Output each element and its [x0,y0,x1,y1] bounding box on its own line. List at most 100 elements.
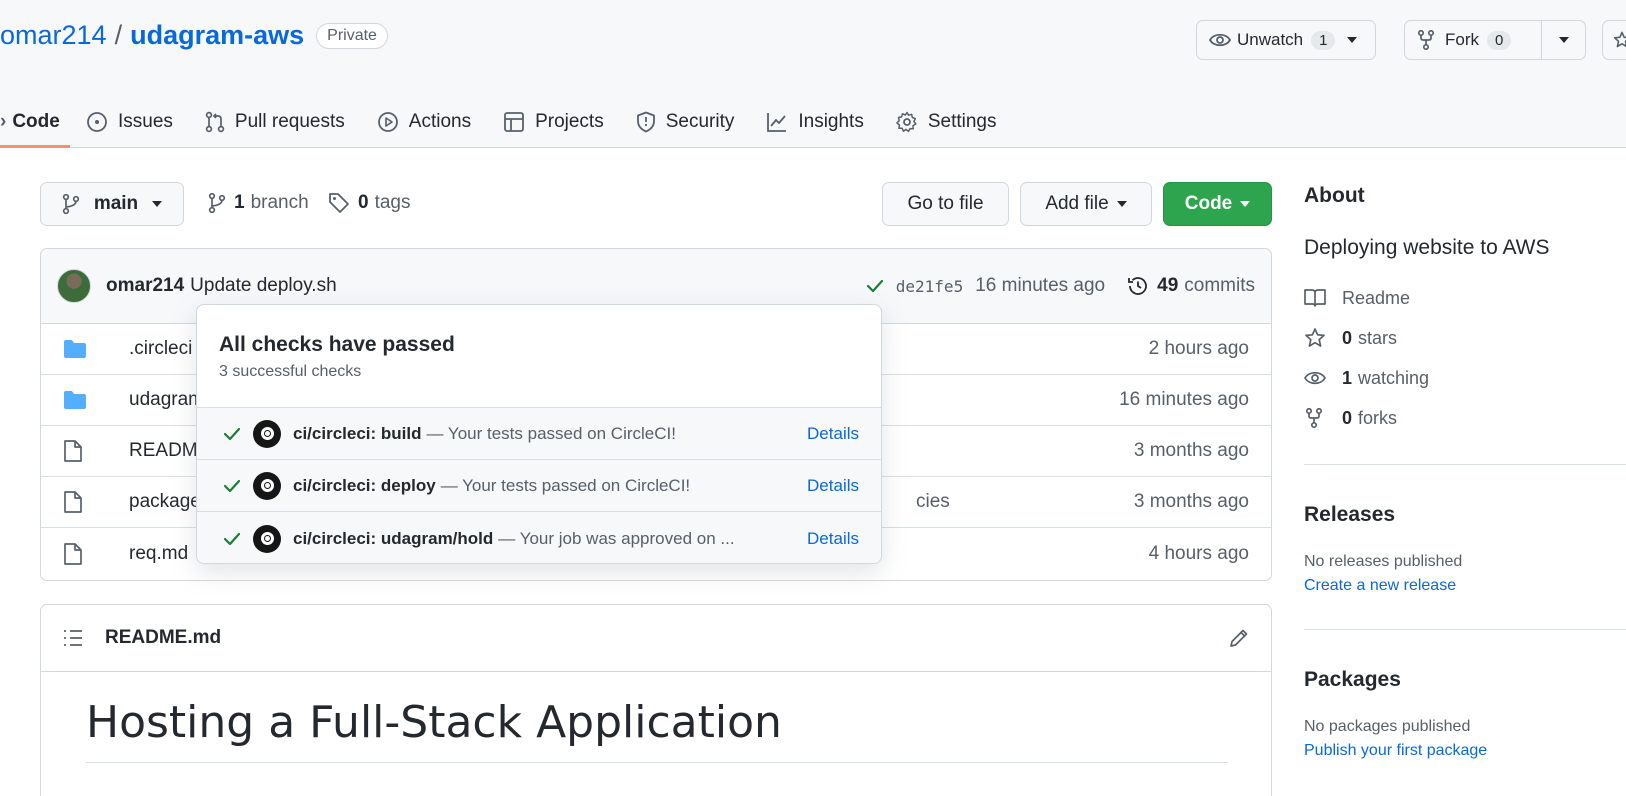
tab-code[interactable]: › Code [0,96,70,148]
tab-label: Code [12,111,60,132]
watching-link[interactable]: 1 watching [1304,358,1626,398]
eye-icon [1304,371,1326,385]
check-icon [223,479,241,492]
branch-icon [62,193,79,215]
watching-label: watching [1358,367,1430,388]
watch-button-group: Unwatch 1 [1196,20,1376,60]
add-file-button[interactable]: Add file [1020,182,1152,226]
tab-label: Security [665,111,735,132]
releases-empty: No releases published [1304,553,1463,570]
checks-subtitle: 3 successful checks [219,363,362,380]
stars-label: stars [1358,327,1398,348]
chevron-down-icon [1347,37,1358,43]
check-icon[interactable] [866,278,884,294]
packages-empty: No packages published [1304,718,1471,735]
tags-link[interactable]: 0 tags [328,192,411,214]
pencil-icon[interactable] [1229,628,1249,648]
about-sidebar: About Deploying website to AWS Readme 0 … [1304,180,1626,760]
branch-selector-button[interactable]: main [40,182,184,226]
divider [1304,629,1626,630]
commits-history-link[interactable]: 49 commits [1127,275,1255,297]
chevron-down-icon [1240,201,1251,207]
file-commit-message[interactable]: cies [916,491,950,513]
commit-author-link[interactable]: omar214 [106,275,184,297]
readme-header: README.md [41,605,1271,672]
repo-name-link[interactable]: udagram-aws [130,20,304,51]
tab-label: Projects [535,111,604,132]
commit-message-link[interactable]: Update deploy.sh [190,275,336,297]
commit-sha-link[interactable]: de21fe5 [896,277,963,296]
fork-dropdown-button[interactable] [1541,21,1585,59]
tab-actions[interactable]: Actions [361,96,487,148]
create-release-link[interactable]: Create a new release [1304,577,1626,595]
repo-separator: / [114,20,123,50]
forks-link[interactable]: 0 forks [1304,398,1626,438]
chevron-down-icon [1116,201,1127,207]
add-file-label: Add file [1045,193,1109,214]
commits-label: commits [1184,275,1255,296]
star-icon [1613,31,1626,48]
tab-settings[interactable]: Settings [880,96,1013,148]
avatar[interactable] [57,269,91,303]
file-age: 3 months ago [1133,491,1249,512]
branches-count: 1 [234,192,245,213]
check-icon [223,427,241,440]
readme-filename: README.md [105,627,222,648]
branch-icon [208,192,226,214]
publish-package-link[interactable]: Publish your first package [1304,742,1626,760]
repo-title: omar214 / udagram-aws Private [0,20,388,51]
tab-insights[interactable]: Insights [750,96,879,148]
table-icon [504,112,524,132]
tab-label: Pull requests [234,111,345,132]
tab-security[interactable]: Security [620,96,751,148]
file-icon [63,542,87,566]
checks-title: All checks have passed [219,333,455,356]
check-details-link[interactable]: Details [807,529,859,549]
check-description: — Your tests passed on CircleCI! [440,475,691,495]
repo-description: Deploying website to AWS [1304,236,1550,259]
star-button[interactable] [1602,20,1626,60]
divider [86,762,1228,763]
fork-button-group: Fork 0 [1404,20,1586,60]
unwatch-label: Unwatch [1237,30,1304,49]
circleci-icon [253,471,281,500]
code-button[interactable]: Code [1163,182,1272,226]
check-description: — Your job was approved on ... [498,528,735,548]
list-icon[interactable] [63,629,83,647]
unwatch-button[interactable]: Unwatch 1 [1197,21,1375,59]
watching-count: 1 [1342,367,1353,388]
file-icon [63,490,87,514]
branches-link[interactable]: 1 branch [208,192,309,214]
tags-label: tags [374,192,411,213]
book-icon [1304,289,1326,307]
check-details-link[interactable]: Details [807,476,859,496]
stars-link[interactable]: 0 stars [1304,318,1626,358]
go-to-file-button[interactable]: Go to file [882,182,1009,226]
graph-icon [767,113,787,132]
tab-issues[interactable]: Issues [70,96,189,148]
check-icon [223,532,241,545]
repo-tabs: › Code Issues Pull requests Actions Proj… [0,96,1013,148]
fork-count: 0 [1487,30,1512,50]
tab-pull-requests[interactable]: Pull requests [189,96,361,148]
repo-owner-link[interactable]: omar214 [0,20,107,51]
readme-link[interactable]: Readme [1304,278,1626,318]
tab-label: Issues [118,111,173,132]
checks-popover: All checks have passed 3 successful chec… [196,304,882,564]
star-icon [1305,328,1325,347]
fork-button[interactable]: Fork 0 [1405,21,1541,59]
file-age: 16 minutes ago [1119,389,1249,410]
check-description: — Your tests passed on CircleCI! [426,423,676,443]
tag-icon [329,193,349,213]
eye-icon [1209,33,1231,47]
tab-projects[interactable]: Projects [487,96,620,148]
chevron-down-icon [1558,37,1569,43]
check-row: ci/circleci: deploy — Your tests passed … [197,459,881,511]
readme-heading: Hosting a Full-Stack Application [86,697,782,748]
file-age: 2 hours ago [1148,338,1249,359]
releases-title[interactable]: Releases [1304,503,1626,527]
check-details-link[interactable]: Details [807,424,859,444]
divider [1304,464,1626,465]
packages-title[interactable]: Packages [1304,668,1626,692]
check-name: ci/circleci: deploy [293,475,436,495]
